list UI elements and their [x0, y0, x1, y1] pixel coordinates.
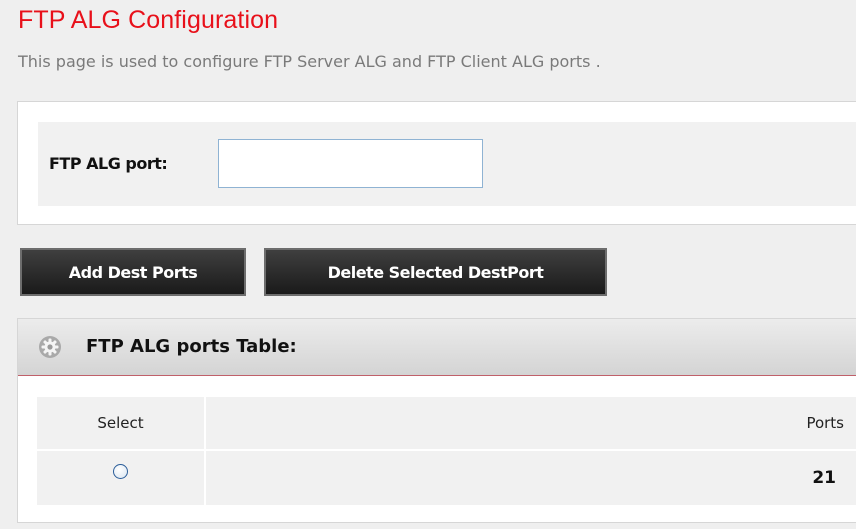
delete-selected-destport-button[interactable]: Delete Selected DestPort	[264, 248, 607, 296]
port-cell: 21	[206, 451, 856, 505]
column-header-ports: Ports	[206, 397, 856, 449]
ftp-alg-port-input[interactable]	[218, 139, 483, 188]
table-header: FTP ALG ports Table:	[18, 319, 856, 376]
row-select-radio[interactable]	[113, 463, 128, 479]
table-title: FTP ALG ports Table:	[86, 336, 297, 357]
column-header-select: Select	[37, 397, 204, 449]
gear-icon	[39, 336, 61, 358]
form-row: FTP ALG port:	[38, 122, 856, 206]
page: FTP ALG Configuration This page is used …	[0, 0, 856, 529]
ftp-alg-ports-table-panel: FTP ALG ports Table: Select Ports 21	[17, 318, 856, 523]
page-title: FTP ALG Configuration	[18, 6, 279, 34]
ftp-alg-port-label: FTP ALG port:	[49, 154, 168, 173]
select-cell	[37, 451, 204, 505]
page-description: This page is used to configure FTP Serve…	[18, 52, 601, 71]
table-header-row: Select Ports	[37, 397, 856, 449]
table-row: 21	[37, 451, 856, 505]
ftp-alg-ports-table: Select Ports 21	[35, 395, 856, 507]
form-panel: FTP ALG port:	[17, 101, 856, 225]
add-dest-ports-button[interactable]: Add Dest Ports	[20, 248, 246, 296]
